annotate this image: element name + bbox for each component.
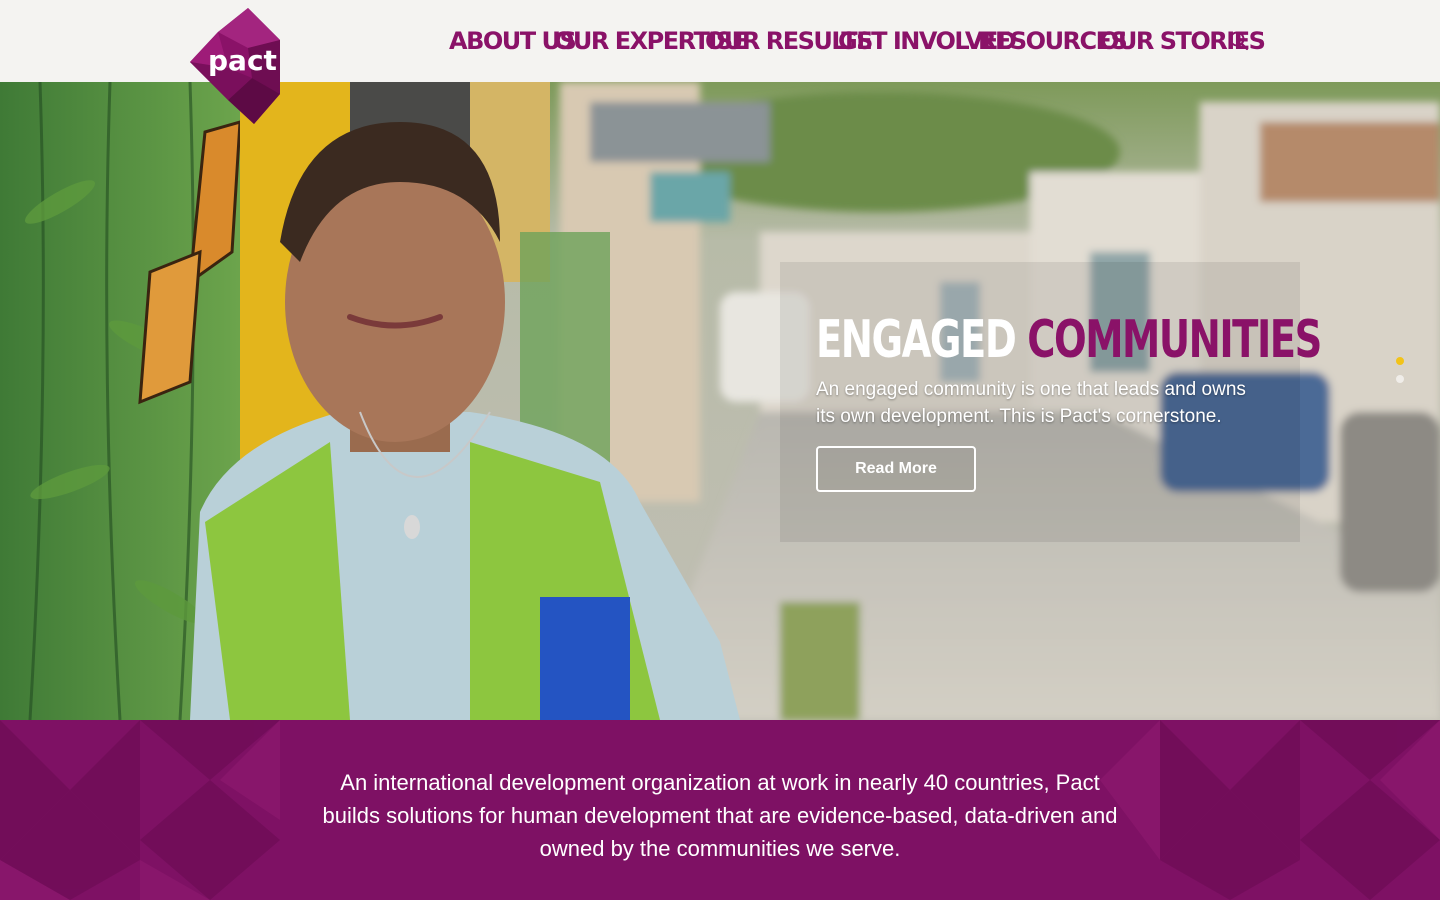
nav-item-our-results[interactable]: OUR RESULTS: [705, 26, 873, 56]
read-more-button[interactable]: Read More: [816, 446, 976, 492]
hero-title-purple: COMMUNITIES: [1027, 310, 1322, 370]
nav-item-about-us[interactable]: ABOUT US: [449, 26, 577, 56]
hero-title-white: ENGAGED: [816, 310, 1017, 370]
nav-item-get-involved[interactable]: GET INVOLVED: [838, 26, 1017, 56]
nav-item-our-expertise[interactable]: OUR EXPERTISE: [554, 26, 748, 56]
mission-statement: An international development organizatio…: [322, 770, 1118, 861]
pact-logo[interactable]: pact: [188, 8, 282, 126]
hero-title: ENGAGED COMMUNITIES: [816, 310, 1322, 370]
carousel-dot-2[interactable]: [1396, 375, 1404, 383]
mission-banner: An international development organizatio…: [0, 720, 1440, 900]
search-icon[interactable]: [1228, 30, 1250, 52]
nav-item-resources[interactable]: RESOURCES: [978, 26, 1128, 56]
carousel-dot-1[interactable]: [1396, 357, 1404, 365]
hero-description: An engaged community is one that leads a…: [816, 379, 1246, 427]
nav-item-our-stories[interactable]: OUR STORIES: [1099, 26, 1266, 56]
main-nav: ABOUT US OUR EXPERTISE OUR RESULTS GET I…: [449, 0, 1266, 82]
logo-text: pact: [208, 44, 277, 77]
hero-carousel: ENGAGED COMMUNITIES An engaged community…: [0, 82, 1440, 720]
